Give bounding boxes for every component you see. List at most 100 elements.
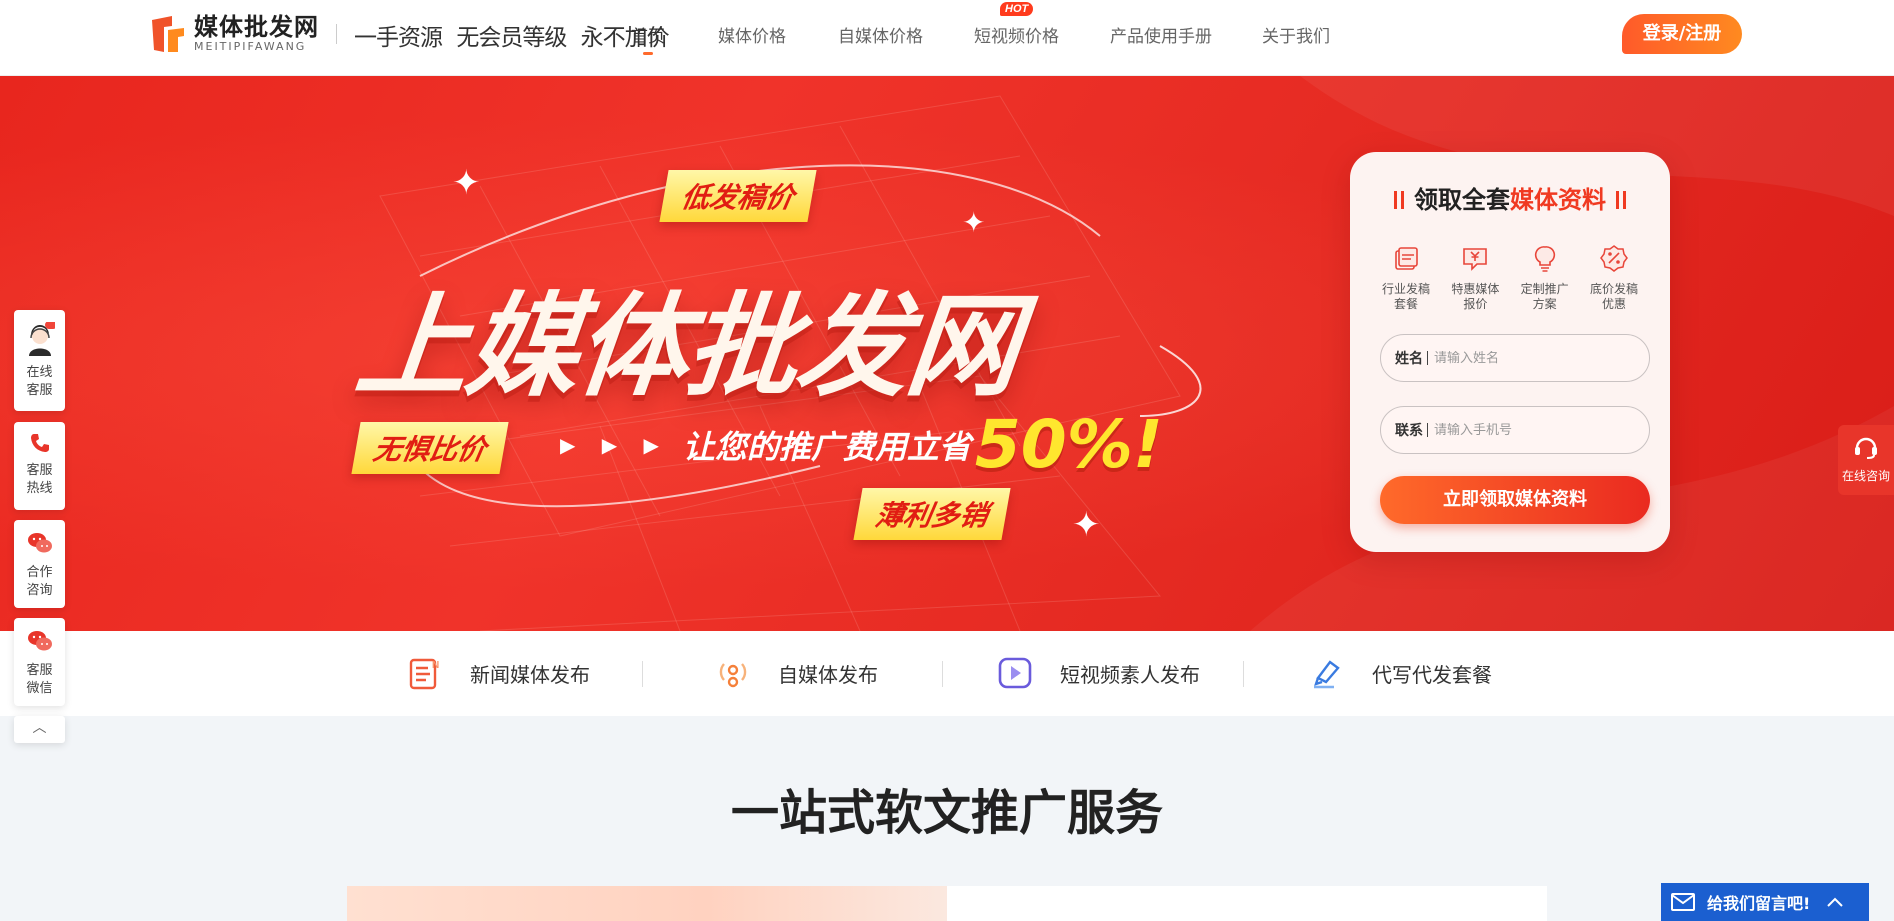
self-media-icon xyxy=(719,663,747,688)
hero-banner: ✦ ✦ ✦ 低发稿价 上媒体批发网 无惧比价 ▶ ▶ ▶ 让您的推广费用立省 5… xyxy=(0,76,1894,631)
phone-icon xyxy=(30,434,49,452)
service-news-media[interactable]: N 新闻媒体发布 xyxy=(408,656,590,690)
field-separator xyxy=(1427,351,1428,365)
float-label: 客服 xyxy=(26,383,53,398)
form-title: 领取全套媒体资料 xyxy=(1350,180,1670,215)
nav-label: 产品使用手册 xyxy=(1110,27,1212,47)
nav-item-home[interactable]: 首页 xyxy=(631,22,665,55)
nav-label: 关于我们 xyxy=(1262,27,1330,47)
site-logo[interactable]: 媒体批发网 MEITIPIFAWANG xyxy=(150,14,319,54)
feature-label: 行业发稿 xyxy=(1381,282,1430,296)
float-cooperation[interactable]: 合作 咨询 xyxy=(14,520,65,608)
site-header: 媒体批发网 MEITIPIFAWANG 一手资源 无会员等级 永不加价 首页 媒… xyxy=(0,0,1894,76)
feature-label: 定制推广 xyxy=(1520,282,1569,296)
package-icon xyxy=(1395,247,1418,270)
logo-divider xyxy=(336,24,337,44)
title-bars-decoration xyxy=(1616,191,1626,209)
phone-field-label: 联系 xyxy=(1395,423,1423,439)
service-self-media[interactable]: 自媒体发布 xyxy=(716,656,878,690)
slogan-item: 无会员等级 xyxy=(456,25,567,51)
float-label: 微信 xyxy=(26,681,53,696)
headset-icon xyxy=(1855,437,1877,459)
form-feature-list: 行业发稿 套餐 特惠媒体 报价 定制推广 方案 底价发稿 优惠 xyxy=(1374,244,1646,312)
nav-label: 首页 xyxy=(631,27,665,47)
form-title-highlight: 媒体资料 xyxy=(1510,186,1606,214)
float-online-service[interactable]: 在线 客服 xyxy=(14,310,65,411)
leave-message-label: 给我们留言吧! xyxy=(1707,894,1811,913)
phone-input[interactable] xyxy=(1434,422,1614,438)
service-write-package[interactable]: 代写代发套餐 xyxy=(1310,656,1492,690)
slogan-item: 一手资源 xyxy=(354,25,443,51)
wechat-icon xyxy=(27,533,52,553)
back-to-top-button[interactable]: ︿ xyxy=(14,716,65,743)
phone-field[interactable]: 联系 xyxy=(1380,406,1650,454)
svg-text:N: N xyxy=(432,660,439,671)
hot-badge: HOT xyxy=(1000,2,1034,16)
login-register-button[interactable]: 登录/注册 xyxy=(1622,14,1742,54)
float-service-wechat[interactable]: 客服 微信 xyxy=(14,618,65,706)
online-consult-label: 在线咨询 xyxy=(1841,469,1890,483)
name-field-label: 姓名 xyxy=(1395,351,1423,367)
float-service-hotline[interactable]: 客服 热线 xyxy=(14,422,65,510)
logo-subtitle: MEITIPIFAWANG xyxy=(194,40,307,53)
chevron-up-icon[interactable] xyxy=(1826,896,1844,908)
banner-title: 上媒体批发网 xyxy=(350,282,1024,412)
slogan: 一手资源 无会员等级 永不加价 xyxy=(354,18,677,52)
form-feature: 定制推广 方案 xyxy=(1513,244,1577,312)
nav-item-short-video-price[interactable]: 短视频价格 xyxy=(974,22,1059,47)
sparkle-icon: ✦ xyxy=(1072,505,1101,545)
nav-item-about[interactable]: 关于我们 xyxy=(1262,22,1330,47)
lightbulb-icon xyxy=(1534,246,1555,272)
title-bars-decoration xyxy=(1394,191,1404,209)
arrow-icons: ▶ ▶ ▶ xyxy=(560,432,669,457)
float-label: 在线 xyxy=(26,365,53,380)
feature-label: 优惠 xyxy=(1601,297,1626,311)
feature-label: 方案 xyxy=(1532,297,1557,311)
nav-item-self-media-price[interactable]: 自媒体价格 xyxy=(838,22,923,47)
banner-tag-compare: 无惧比价 xyxy=(351,422,509,474)
nav-item-media-price[interactable]: 媒体价格 xyxy=(718,22,786,47)
agent-avatar-icon xyxy=(28,321,57,356)
service-label: 短视频素人发布 xyxy=(1060,662,1200,687)
feature-label: 特惠媒体 xyxy=(1451,282,1500,296)
form-feature: 行业发稿 套餐 xyxy=(1374,244,1438,312)
nav-label: 媒体价格 xyxy=(718,27,786,47)
float-label: 热线 xyxy=(26,481,53,496)
section-title: 一站式软文推广服务 xyxy=(730,785,1163,841)
logo-name: 媒体批发网 xyxy=(194,13,319,41)
form-title-plain: 领取全套 xyxy=(1414,186,1510,214)
float-label: 客服 xyxy=(26,663,53,678)
online-consult-button[interactable]: 在线咨询 xyxy=(1838,425,1894,495)
section-card-image xyxy=(347,886,947,921)
service-strip: N 新闻媒体发布 自媒体发布 短视频素人发布 代写代发套餐 xyxy=(0,631,1894,716)
form-feature: 底价发稿 优惠 xyxy=(1582,244,1646,312)
feature-label: 报价 xyxy=(1463,297,1488,311)
sparkle-icon: ✦ xyxy=(452,163,481,203)
feature-label: 底价发稿 xyxy=(1589,282,1638,296)
feature-label: 套餐 xyxy=(1393,297,1418,311)
mail-icon xyxy=(1671,893,1695,911)
banner-tag-volume: 薄利多销 xyxy=(853,488,1011,540)
nav-item-manual[interactable]: 产品使用手册 xyxy=(1110,22,1212,47)
float-label: 咨询 xyxy=(26,583,53,598)
service-label: 代写代发套餐 xyxy=(1372,662,1492,687)
service-label: 自媒体发布 xyxy=(778,662,878,687)
get-media-materials-button[interactable]: 立即领取媒体资料 xyxy=(1380,476,1650,524)
percent-badge-icon xyxy=(1600,245,1628,272)
field-separator xyxy=(1427,423,1428,437)
news-icon: N xyxy=(409,658,439,690)
service-divider xyxy=(642,661,643,687)
nav-label: 短视频价格 xyxy=(974,27,1059,47)
float-label: 客服 xyxy=(26,463,53,478)
form-feature: 特惠媒体 报价 xyxy=(1443,244,1507,312)
service-label: 新闻媒体发布 xyxy=(470,662,590,687)
logo-mark-icon xyxy=(152,16,184,52)
name-field[interactable]: 姓名 xyxy=(1380,334,1650,382)
lead-form-card: 领取全套媒体资料 行业发稿 套餐 特惠媒体 报价 定制推广 方案 底价发稿 优惠 xyxy=(1350,152,1670,552)
sparkle-icon: ✦ xyxy=(962,206,986,239)
name-input[interactable] xyxy=(1434,350,1614,366)
pen-icon xyxy=(1314,660,1340,689)
service-short-video[interactable]: 短视频素人发布 xyxy=(998,656,1200,690)
banner-subline: ▶ ▶ ▶ 让您的推广费用立省 50%! xyxy=(560,406,1163,483)
leave-message-bar[interactable]: 给我们留言吧! xyxy=(1661,883,1869,921)
